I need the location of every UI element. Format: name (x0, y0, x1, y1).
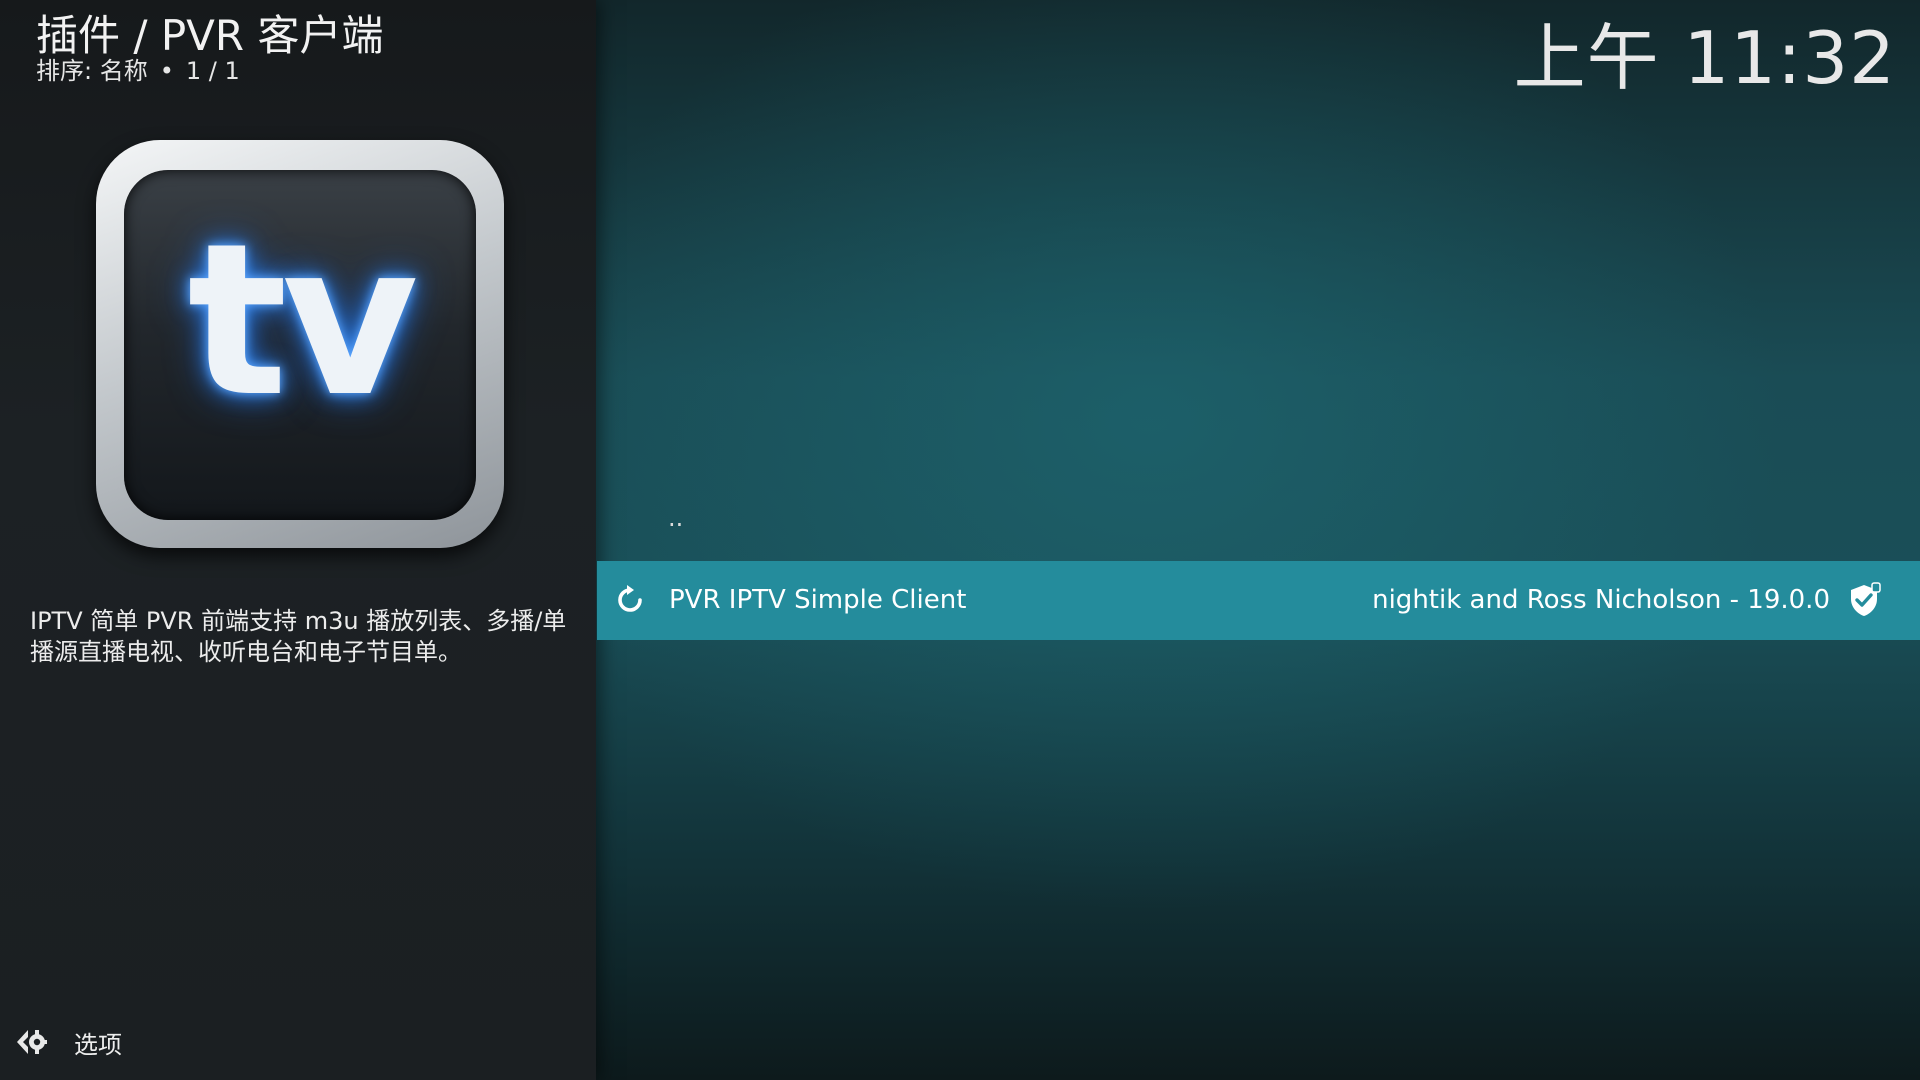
parent-folder-item[interactable]: .. (668, 504, 683, 532)
info-panel: 插件 / PVR 客户端 排序: 名称 • 1 / 1 tv IPTV 简单 PVR… (0, 0, 596, 1080)
separator-dot: • (159, 57, 174, 85)
addon-name: PVR IPTV Simple Client (669, 585, 967, 615)
sort-label: 排序: 名称 (36, 57, 148, 85)
sort-info: 排序: 名称 • 1 / 1 (36, 56, 240, 86)
shield-check-icon (1851, 582, 1881, 616)
list-item-pvr-iptv-simple-client[interactable]: PVR IPTV Simple Client nightik and Ross … (597, 561, 1920, 640)
page-count: 1 / 1 (185, 57, 240, 85)
options-icon (17, 1030, 47, 1054)
clock: 上午 11:32 (1513, 16, 1896, 100)
tv-icon: tv (96, 140, 504, 548)
options-label: 选项 (74, 1030, 122, 1059)
addon-description: IPTV 简单 PVR 前端支持 m3u 播放列表、多播/单播源直播电视、收听电… (30, 607, 567, 666)
refresh-icon (618, 585, 642, 612)
kodi-addon-browser: 插件 / PVR 客户端 排序: 名称 • 1 / 1 tv IPTV 简单 PVR… (0, 0, 1920, 1080)
options-button[interactable]: 选项 (14, 1022, 122, 1062)
addon-author-version: nightik and Ross Nicholson - 19.0.0 (1372, 585, 1830, 615)
tv-icon-text: tv (187, 198, 418, 443)
tv-icon-screen: tv (124, 170, 476, 520)
